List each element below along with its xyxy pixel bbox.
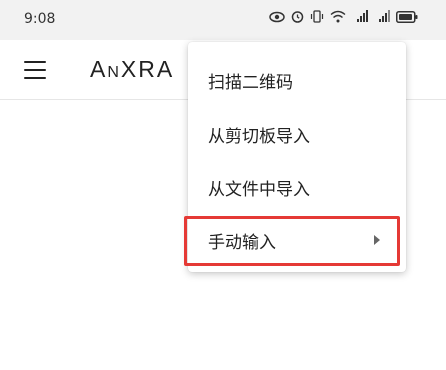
- status-time: 9:08: [24, 11, 56, 27]
- wifi-icon: [330, 10, 346, 23]
- status-icons: [269, 10, 418, 23]
- battery-icon: [396, 10, 418, 23]
- app-screen: 9:08 AnXRA 扫描二维码 从剪切板导入 从文件中导入 手动输入: [0, 0, 446, 370]
- menu-item-scan-qr[interactable]: 扫描二维码: [188, 54, 406, 106]
- submenu-arrow-icon: [374, 235, 380, 245]
- vibrate-icon: [310, 10, 324, 23]
- alarm-icon: [291, 11, 304, 23]
- menu-item-import-file[interactable]: 从文件中导入: [188, 161, 406, 213]
- signal-4g-icon: [357, 10, 368, 22]
- eye-icon: [269, 11, 285, 22]
- hamburger-menu-icon[interactable]: [22, 58, 48, 82]
- status-bar: 9:08: [0, 0, 446, 40]
- app-title: AnXRA: [90, 56, 175, 82]
- menu-item-import-clipboard[interactable]: 从剪切板导入: [188, 108, 406, 160]
- menu-item-manual-input-label: 手动输入: [208, 232, 276, 253]
- signal-4g-icon: [379, 10, 390, 22]
- dropdown-menu: 扫描二维码 从剪切板导入 从文件中导入 手动输入: [188, 42, 406, 272]
- menu-item-manual-input[interactable]: 手动输入: [188, 214, 406, 266]
